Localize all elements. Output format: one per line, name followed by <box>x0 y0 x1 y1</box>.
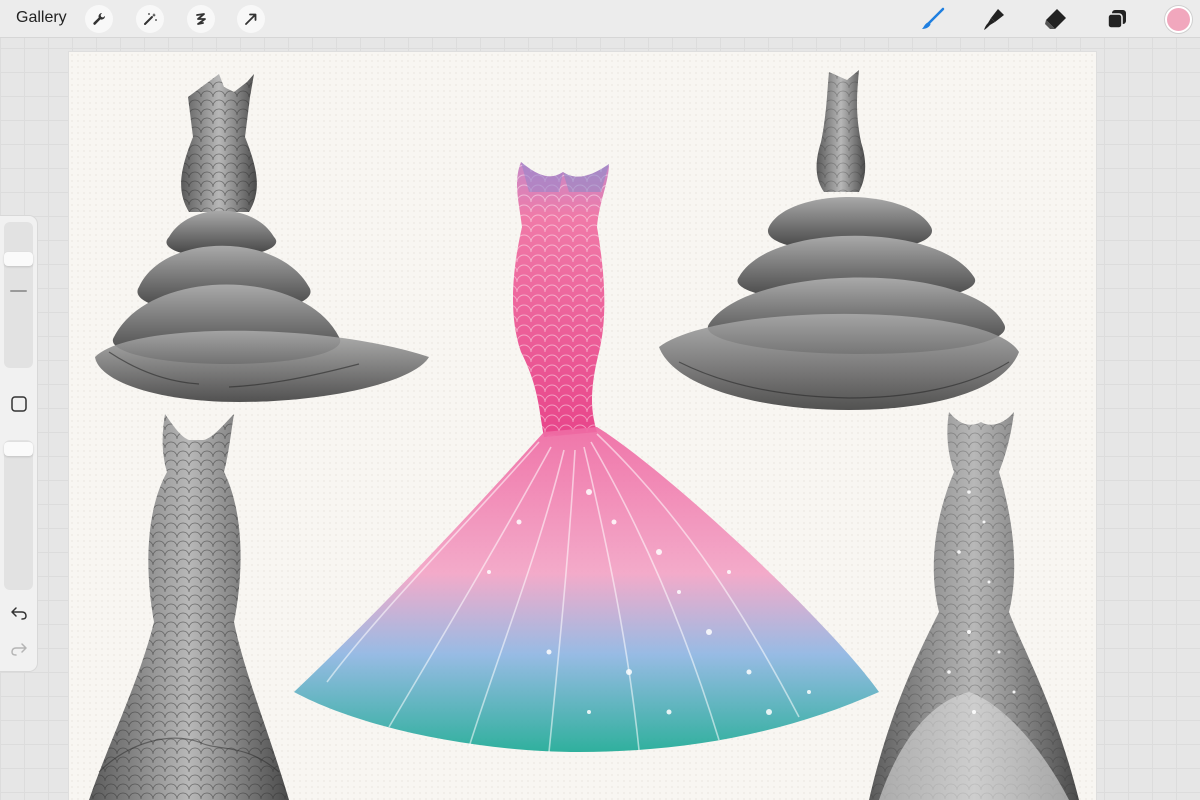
top-toolbar: Gallery <box>0 0 1200 38</box>
modify-button[interactable] <box>5 393 32 415</box>
brush-button[interactable] <box>919 5 947 33</box>
smudge-icon <box>984 9 1004 30</box>
selection-button[interactable] <box>187 5 215 33</box>
brush-size-thumb[interactable] <box>4 252 33 266</box>
sparkle-grey-gown[interactable] <box>869 412 1079 800</box>
selection-icon <box>196 13 206 25</box>
wrench-icon <box>93 13 106 25</box>
ruffled-grey-gown[interactable] <box>95 74 429 402</box>
brush-size-slider[interactable] <box>4 222 33 368</box>
scaled-grey-gown[interactable] <box>89 414 289 800</box>
adjustments-button[interactable] <box>136 5 164 33</box>
transform-arrow-icon <box>245 13 257 25</box>
gallery-button[interactable]: Gallery <box>16 9 67 27</box>
actions-button[interactable] <box>85 5 113 33</box>
eraser-icon <box>1045 9 1066 29</box>
undo-icon <box>10 607 27 620</box>
smudge-button[interactable] <box>980 5 1008 33</box>
tiered-grey-gown[interactable] <box>659 70 1019 410</box>
square-icon <box>10 396 27 412</box>
undo-button[interactable] <box>5 602 32 624</box>
redo-button[interactable] <box>5 638 32 660</box>
magic-wand-icon <box>144 13 157 25</box>
transform-button[interactable] <box>237 5 265 33</box>
left-sidebar <box>0 216 37 671</box>
redo-icon <box>10 643 27 656</box>
eraser-button[interactable] <box>1041 5 1069 33</box>
color-swatch-button[interactable] <box>1165 6 1192 33</box>
layers-button[interactable] <box>1103 5 1131 33</box>
drawing-canvas[interactable] <box>69 52 1096 800</box>
layers-icon <box>1107 10 1126 29</box>
brush-size-indicator <box>10 290 27 292</box>
opacity-slider[interactable] <box>4 440 33 590</box>
brush-icon <box>922 7 945 29</box>
opacity-thumb[interactable] <box>4 442 33 456</box>
